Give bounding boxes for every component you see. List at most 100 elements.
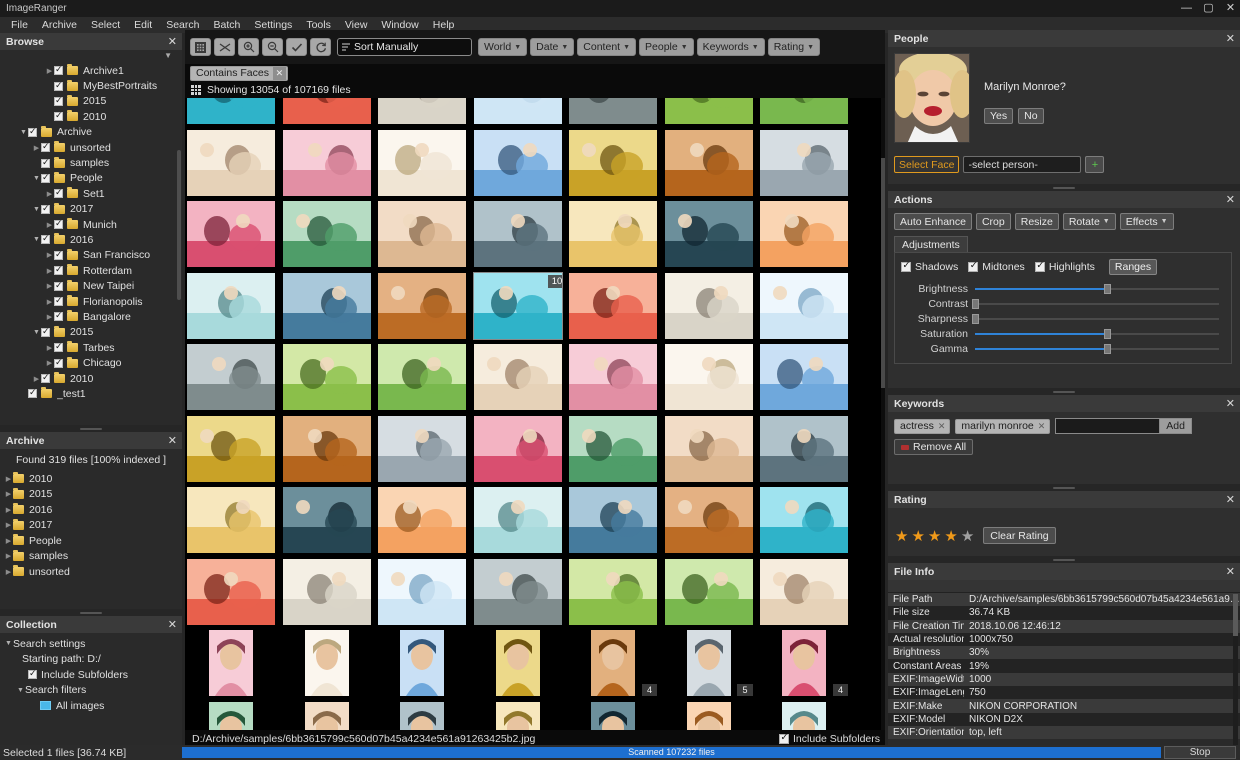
search-settings-node[interactable]: ▼ Search settings (0, 636, 182, 652)
chevron-right-icon[interactable]: ▶ (4, 521, 13, 529)
chevron-right-icon[interactable]: ▶ (45, 67, 54, 75)
thumbnail-cell[interactable] (760, 201, 848, 267)
chevron-right-icon[interactable]: ▶ (45, 313, 54, 321)
people-close-icon[interactable]: ✕ (1226, 32, 1235, 45)
chevron-right-icon[interactable]: ▶ (4, 490, 13, 498)
select-face-button[interactable]: Select Face (894, 156, 959, 173)
chevron-right-icon[interactable]: ▶ (32, 375, 41, 383)
chevron-right-icon[interactable]: ▶ (45, 190, 54, 198)
tree-item[interactable]: ▶Set1 (0, 186, 182, 201)
thumbnail-cell[interactable] (569, 416, 657, 482)
splitter-rating-fileinfo[interactable] (888, 556, 1240, 563)
thumbnail-cell[interactable] (474, 630, 562, 696)
thumbnail-cell[interactable] (760, 487, 848, 553)
ranges-button[interactable]: Ranges (1109, 259, 1157, 275)
archive-close-icon[interactable]: ✕ (168, 434, 177, 447)
maximize-icon[interactable]: ▢ (1203, 3, 1214, 14)
splitter-archive-collection[interactable] (0, 609, 182, 616)
filter-people-button[interactable]: People▼ (639, 38, 694, 56)
zoom-out-icon[interactable] (262, 38, 283, 56)
tab-adjustments[interactable]: Adjustments (894, 236, 968, 252)
thumbnail-cell[interactable]: 4 (569, 630, 657, 696)
thumbnail-cell[interactable] (760, 130, 848, 196)
thumbnail-cell[interactable] (378, 487, 466, 553)
thumbnail-cell[interactable] (474, 487, 562, 553)
rating-star-5[interactable]: ★ (961, 527, 975, 545)
thumbnail-cell[interactable] (283, 273, 371, 339)
archive-item[interactable]: ▶samples (0, 549, 182, 565)
rating-star-2[interactable]: ★ (911, 527, 925, 545)
thumbnail-cell[interactable] (474, 98, 562, 124)
rating-star-3[interactable]: ★ (928, 527, 942, 545)
search-filters-node[interactable]: ▼ Search filters (0, 683, 182, 699)
grid-scrollbar[interactable] (881, 98, 885, 730)
thumbnail-cell[interactable] (283, 201, 371, 267)
tree-item-checkbox[interactable] (28, 389, 37, 398)
tree-item[interactable]: ▼2017 (0, 202, 182, 217)
slider-track[interactable] (975, 343, 1219, 354)
thumbnail-cell[interactable] (187, 630, 275, 696)
tree-item-checkbox[interactable] (54, 312, 63, 321)
include-subfolders-checkbox-bottom[interactable] (779, 734, 789, 744)
thumbnail-cell[interactable] (378, 98, 466, 124)
thumbnail-cell[interactable] (474, 344, 562, 410)
thumbnail-cell[interactable] (665, 98, 753, 124)
thumbnail-cell[interactable] (665, 487, 753, 553)
thumbnail-cell[interactable] (474, 702, 562, 731)
thumbnail-cell[interactable] (378, 559, 466, 625)
chevron-right-icon[interactable]: ▶ (4, 537, 13, 545)
thumbnail-cell[interactable] (187, 130, 275, 196)
thumbnail-cell[interactable] (569, 130, 657, 196)
include-subfolders-node[interactable]: Include Subfolders (0, 667, 182, 683)
tree-item[interactable]: ▶Munich (0, 217, 182, 232)
browse-close-icon[interactable]: ✕ (168, 35, 177, 48)
chevron-right-icon[interactable]: ▶ (4, 506, 13, 514)
menu-archive[interactable]: Archive (35, 17, 84, 33)
archive-item[interactable]: ▶2010 (0, 471, 182, 487)
tree-item[interactable]: ▼People (0, 171, 182, 186)
splitter-keywords-rating[interactable] (888, 484, 1240, 491)
thumbnail-cell[interactable] (378, 702, 466, 731)
add-person-icon[interactable]: + (1085, 156, 1104, 173)
tree-item-checkbox[interactable] (54, 82, 63, 91)
tree-item[interactable]: MyBestPortraits (0, 78, 182, 93)
clear-rating-button[interactable]: Clear Rating (983, 527, 1055, 544)
thumbnail-cell[interactable] (665, 201, 753, 267)
path-include-subfolders[interactable]: Include Subfolders (779, 733, 880, 745)
thumbnail-cell[interactable] (283, 702, 371, 731)
shuffle-icon[interactable] (214, 38, 235, 56)
thumbnail-cell[interactable] (760, 702, 848, 731)
slider-saturation[interactable]: Saturation (901, 326, 1225, 341)
select-person-dropdown[interactable]: -select person- (963, 156, 1081, 173)
chevron-right-icon[interactable]: ▶ (45, 267, 54, 275)
keyword-chip[interactable]: marilyn monroe✕ (955, 419, 1050, 434)
archive-item[interactable]: ▶2016 (0, 502, 182, 518)
splitter-actions-keywords[interactable] (888, 388, 1240, 395)
thumbnail-cell[interactable] (760, 416, 848, 482)
tree-item-checkbox[interactable] (54, 189, 63, 198)
action-effects-button[interactable]: Effects▼ (1120, 213, 1174, 230)
tree-item[interactable]: ▶2010 (0, 371, 182, 386)
tree-item-checkbox[interactable] (54, 251, 63, 260)
tree-item[interactable]: ▶San Francisco (0, 248, 182, 263)
all-images-node[interactable]: All images (0, 698, 182, 714)
thumbnail-cell[interactable] (378, 416, 466, 482)
thumbnail-cell[interactable] (760, 98, 848, 124)
thumbnail-cell[interactable] (378, 273, 466, 339)
tree-item-checkbox[interactable] (54, 297, 63, 306)
tree-item[interactable]: ▼Archive (0, 125, 182, 140)
slider-track[interactable] (975, 313, 1219, 324)
tree-item[interactable]: ▶Archive1 (0, 63, 182, 78)
thumbnail-cell[interactable] (187, 201, 275, 267)
tree-item-checkbox[interactable] (54, 266, 63, 275)
thumbnail-cell[interactable] (569, 559, 657, 625)
minimize-icon[interactable]: — (1181, 3, 1192, 14)
tree-item-checkbox[interactable] (41, 328, 50, 337)
remove-keyword-icon[interactable]: ✕ (1034, 421, 1050, 432)
tree-item-checkbox[interactable] (41, 235, 50, 244)
tree-item[interactable]: ▼2015 (0, 325, 182, 340)
thumbnail-cell[interactable]: 4 (760, 630, 848, 696)
collection-close-icon[interactable]: ✕ (168, 618, 177, 631)
thumbnail-cell[interactable] (187, 487, 275, 553)
action-auto-enhance-button[interactable]: Auto Enhance (894, 213, 972, 230)
